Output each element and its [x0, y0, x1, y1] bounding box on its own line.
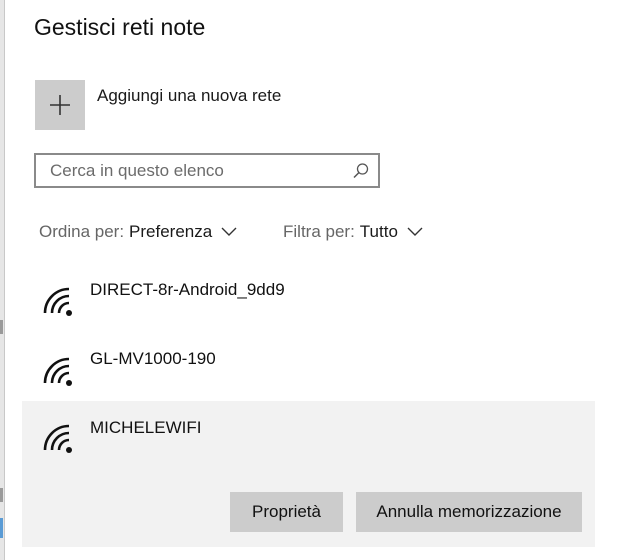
search-input[interactable] [36, 155, 346, 186]
search-icon[interactable] [352, 162, 370, 180]
chevron-down-icon [407, 227, 423, 236]
network-item-selected[interactable]: MICHELEWIFI Proprietà Annulla memorizzaz… [22, 401, 595, 547]
network-name: GL-MV1000-190 [90, 349, 216, 368]
network-item[interactable]: GL-MV1000-190 [22, 336, 595, 400]
filter-dropdown[interactable]: Filtra per: Tutto [283, 222, 423, 242]
network-name: MICHELEWIFI [90, 418, 202, 437]
wifi-icon [43, 357, 72, 386]
add-network-button[interactable] [35, 80, 85, 130]
page-title: Gestisci reti note [34, 14, 206, 40]
properties-button[interactable]: Proprietà [230, 492, 343, 532]
filter-label: Filtra per: [283, 222, 355, 241]
sort-label: Ordina per: [39, 222, 125, 241]
wifi-icon [43, 287, 72, 316]
edge-mark [0, 488, 3, 502]
add-network-label[interactable]: Aggiungi una nuova rete [97, 86, 281, 106]
window-left-edge [0, 0, 5, 560]
network-name: DIRECT-8r-Android_9dd9 [90, 280, 285, 299]
filter-value: Tutto [359, 222, 398, 241]
sort-value: Preferenza [129, 222, 213, 241]
network-item[interactable]: DIRECT-8r-Android_9dd9 [22, 266, 595, 332]
chevron-down-icon [221, 227, 237, 236]
sort-dropdown[interactable]: Ordina per: Preferenza [39, 222, 237, 242]
forget-network-button[interactable]: Annulla memorizzazione [356, 492, 582, 532]
wifi-icon [43, 424, 72, 453]
edge-mark [0, 518, 3, 538]
search-box[interactable] [34, 153, 380, 188]
plus-icon [50, 95, 70, 115]
edge-mark [0, 320, 3, 334]
